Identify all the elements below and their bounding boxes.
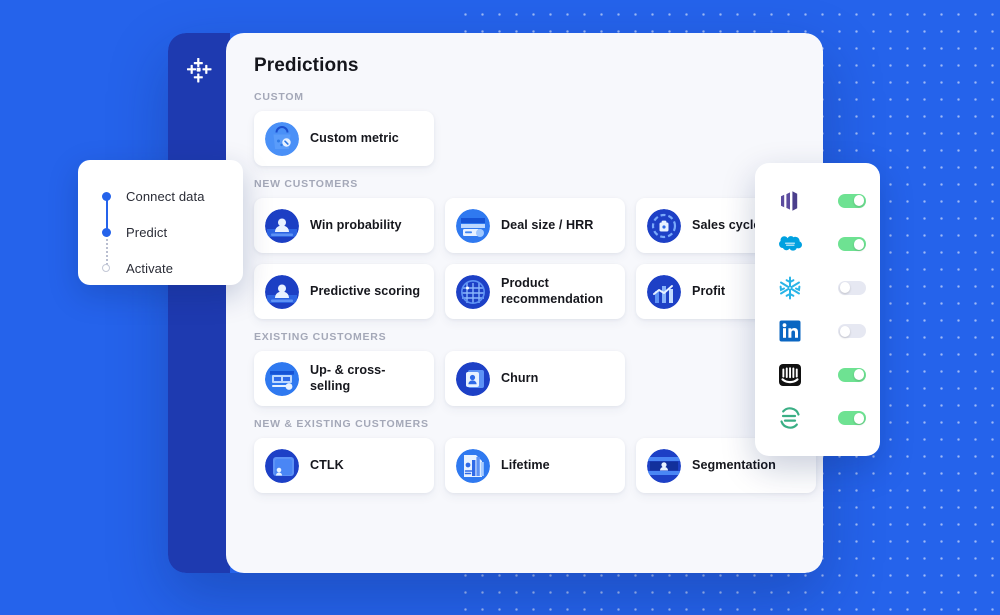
ctlk-icon	[265, 448, 299, 483]
integration-toggle[interactable]	[838, 193, 866, 208]
card-predictive-scoring[interactable]: Predictive scoring	[254, 264, 434, 319]
win-probability-icon	[265, 208, 299, 243]
card-label: Segmentation	[692, 457, 776, 472]
product-recommendation-icon	[456, 274, 490, 309]
integration-toggle[interactable]	[838, 411, 866, 426]
card-label: Predictive scoring	[310, 283, 421, 298]
segmentation-icon	[647, 448, 681, 483]
integration-row-segment	[755, 401, 880, 435]
section-new-and-existing-customers: NEW & EXISTING CUSTOMERS CTLK Lifetime S…	[254, 418, 816, 493]
integration-row-snowflake	[755, 271, 880, 305]
section-new-customers: NEW CUSTOMERS Win probability Deal size …	[254, 178, 816, 319]
section-label: EXISTING CUSTOMERS	[254, 331, 387, 343]
card-label: Custom metric	[310, 130, 399, 145]
segment-logo-icon	[777, 405, 803, 431]
page-title: Predictions	[254, 55, 359, 76]
workflow-stepper-card: Connect data Predict Activate	[78, 160, 243, 285]
section-existing-customers: EXISTING CUSTOMERS Up- & cross-selling C…	[254, 331, 797, 406]
sales-cycle-icon	[647, 208, 681, 243]
screenshot-root: Predictions CUSTOM Custom metric NEW CUS…	[0, 0, 1000, 615]
step-predict[interactable]: Predict	[102, 214, 243, 268]
step-label: Predict	[126, 224, 168, 240]
card-label: Up- & cross-selling	[310, 363, 386, 393]
step-connect-data[interactable]: Connect data	[102, 178, 243, 232]
step-dot-hollow-icon	[102, 264, 110, 272]
integration-toggle[interactable]	[838, 237, 866, 252]
toggle-knob	[853, 238, 865, 250]
card-label: Lifetime	[501, 457, 550, 472]
integration-toggle[interactable]	[838, 280, 866, 295]
predictive-scoring-icon	[265, 274, 299, 309]
card-label: CTLK	[310, 457, 344, 472]
churn-icon	[456, 361, 490, 396]
app-sidebar	[168, 33, 230, 573]
card-label: Churn	[501, 370, 539, 385]
integration-row-linkedin	[755, 314, 880, 348]
card-label: Product recommendation	[501, 276, 604, 306]
deal-size-icon	[456, 208, 490, 243]
up-cross-selling-icon	[265, 361, 299, 396]
card-label: Profit	[692, 283, 726, 298]
card-custom-metric[interactable]: Custom metric	[254, 111, 434, 166]
card-label: Win probability	[310, 217, 402, 232]
step-dot-filled-icon	[102, 227, 111, 237]
toggle-knob	[853, 412, 865, 424]
integration-toggle[interactable]	[838, 367, 866, 382]
card-win-probability[interactable]: Win probability	[254, 198, 434, 253]
linkedin-logo-icon	[777, 318, 803, 344]
snowflake-logo-icon	[777, 275, 803, 301]
step-connector-solid	[105, 196, 108, 232]
integrations-panel	[755, 163, 880, 456]
predictions-main-panel: Predictions CUSTOM Custom metric NEW CUS…	[226, 33, 823, 573]
card-lifetime[interactable]: Lifetime	[445, 438, 625, 493]
integration-row-salesforce	[755, 227, 880, 261]
intercom-logo-icon	[777, 362, 803, 388]
step-label: Activate	[126, 260, 174, 276]
toggle-knob	[853, 369, 865, 381]
card-grid: CTLK Lifetime Segmentation	[254, 438, 816, 493]
card-label: Sales cycle	[692, 217, 761, 232]
card-grid: Up- & cross-selling Churn	[254, 351, 797, 406]
card-label: Deal size / HRR	[501, 217, 594, 232]
section-label: NEW & EXISTING CUSTOMERS	[254, 418, 429, 430]
section-custom: CUSTOM Custom metric	[254, 91, 797, 166]
custom-metric-icon	[265, 121, 299, 156]
app-window: Predictions CUSTOM Custom metric NEW CUS…	[168, 33, 823, 573]
card-grid: Custom metric	[254, 111, 797, 166]
card-ctlk[interactable]: CTLK	[254, 438, 434, 493]
toggle-knob	[853, 195, 865, 207]
toggle-knob	[839, 282, 851, 294]
card-grid: Win probability Deal size / HRR Sales cy…	[254, 198, 816, 319]
toggle-knob	[839, 325, 851, 337]
card-churn[interactable]: Churn	[445, 351, 625, 406]
integration-row-marketo	[755, 184, 880, 218]
card-up-cross-selling[interactable]: Up- & cross-selling	[254, 351, 434, 406]
section-label: NEW CUSTOMERS	[254, 178, 359, 190]
step-label: Connect data	[126, 188, 205, 204]
integration-row-intercom	[755, 358, 880, 392]
integration-toggle[interactable]	[838, 324, 866, 339]
step-dot-filled-icon	[102, 191, 111, 201]
salesforce-logo-icon	[777, 231, 803, 257]
section-label: CUSTOM	[254, 91, 304, 103]
step-activate[interactable]: Activate	[102, 250, 243, 286]
app-logo-icon[interactable]	[184, 55, 214, 85]
card-product-recommendation[interactable]: Product recommendation	[445, 264, 625, 319]
step-connector-dotted	[105, 232, 108, 268]
profit-icon	[647, 274, 681, 309]
marketo-logo-icon	[777, 188, 803, 214]
lifetime-icon	[456, 448, 490, 483]
card-deal-size[interactable]: Deal size / HRR	[445, 198, 625, 253]
